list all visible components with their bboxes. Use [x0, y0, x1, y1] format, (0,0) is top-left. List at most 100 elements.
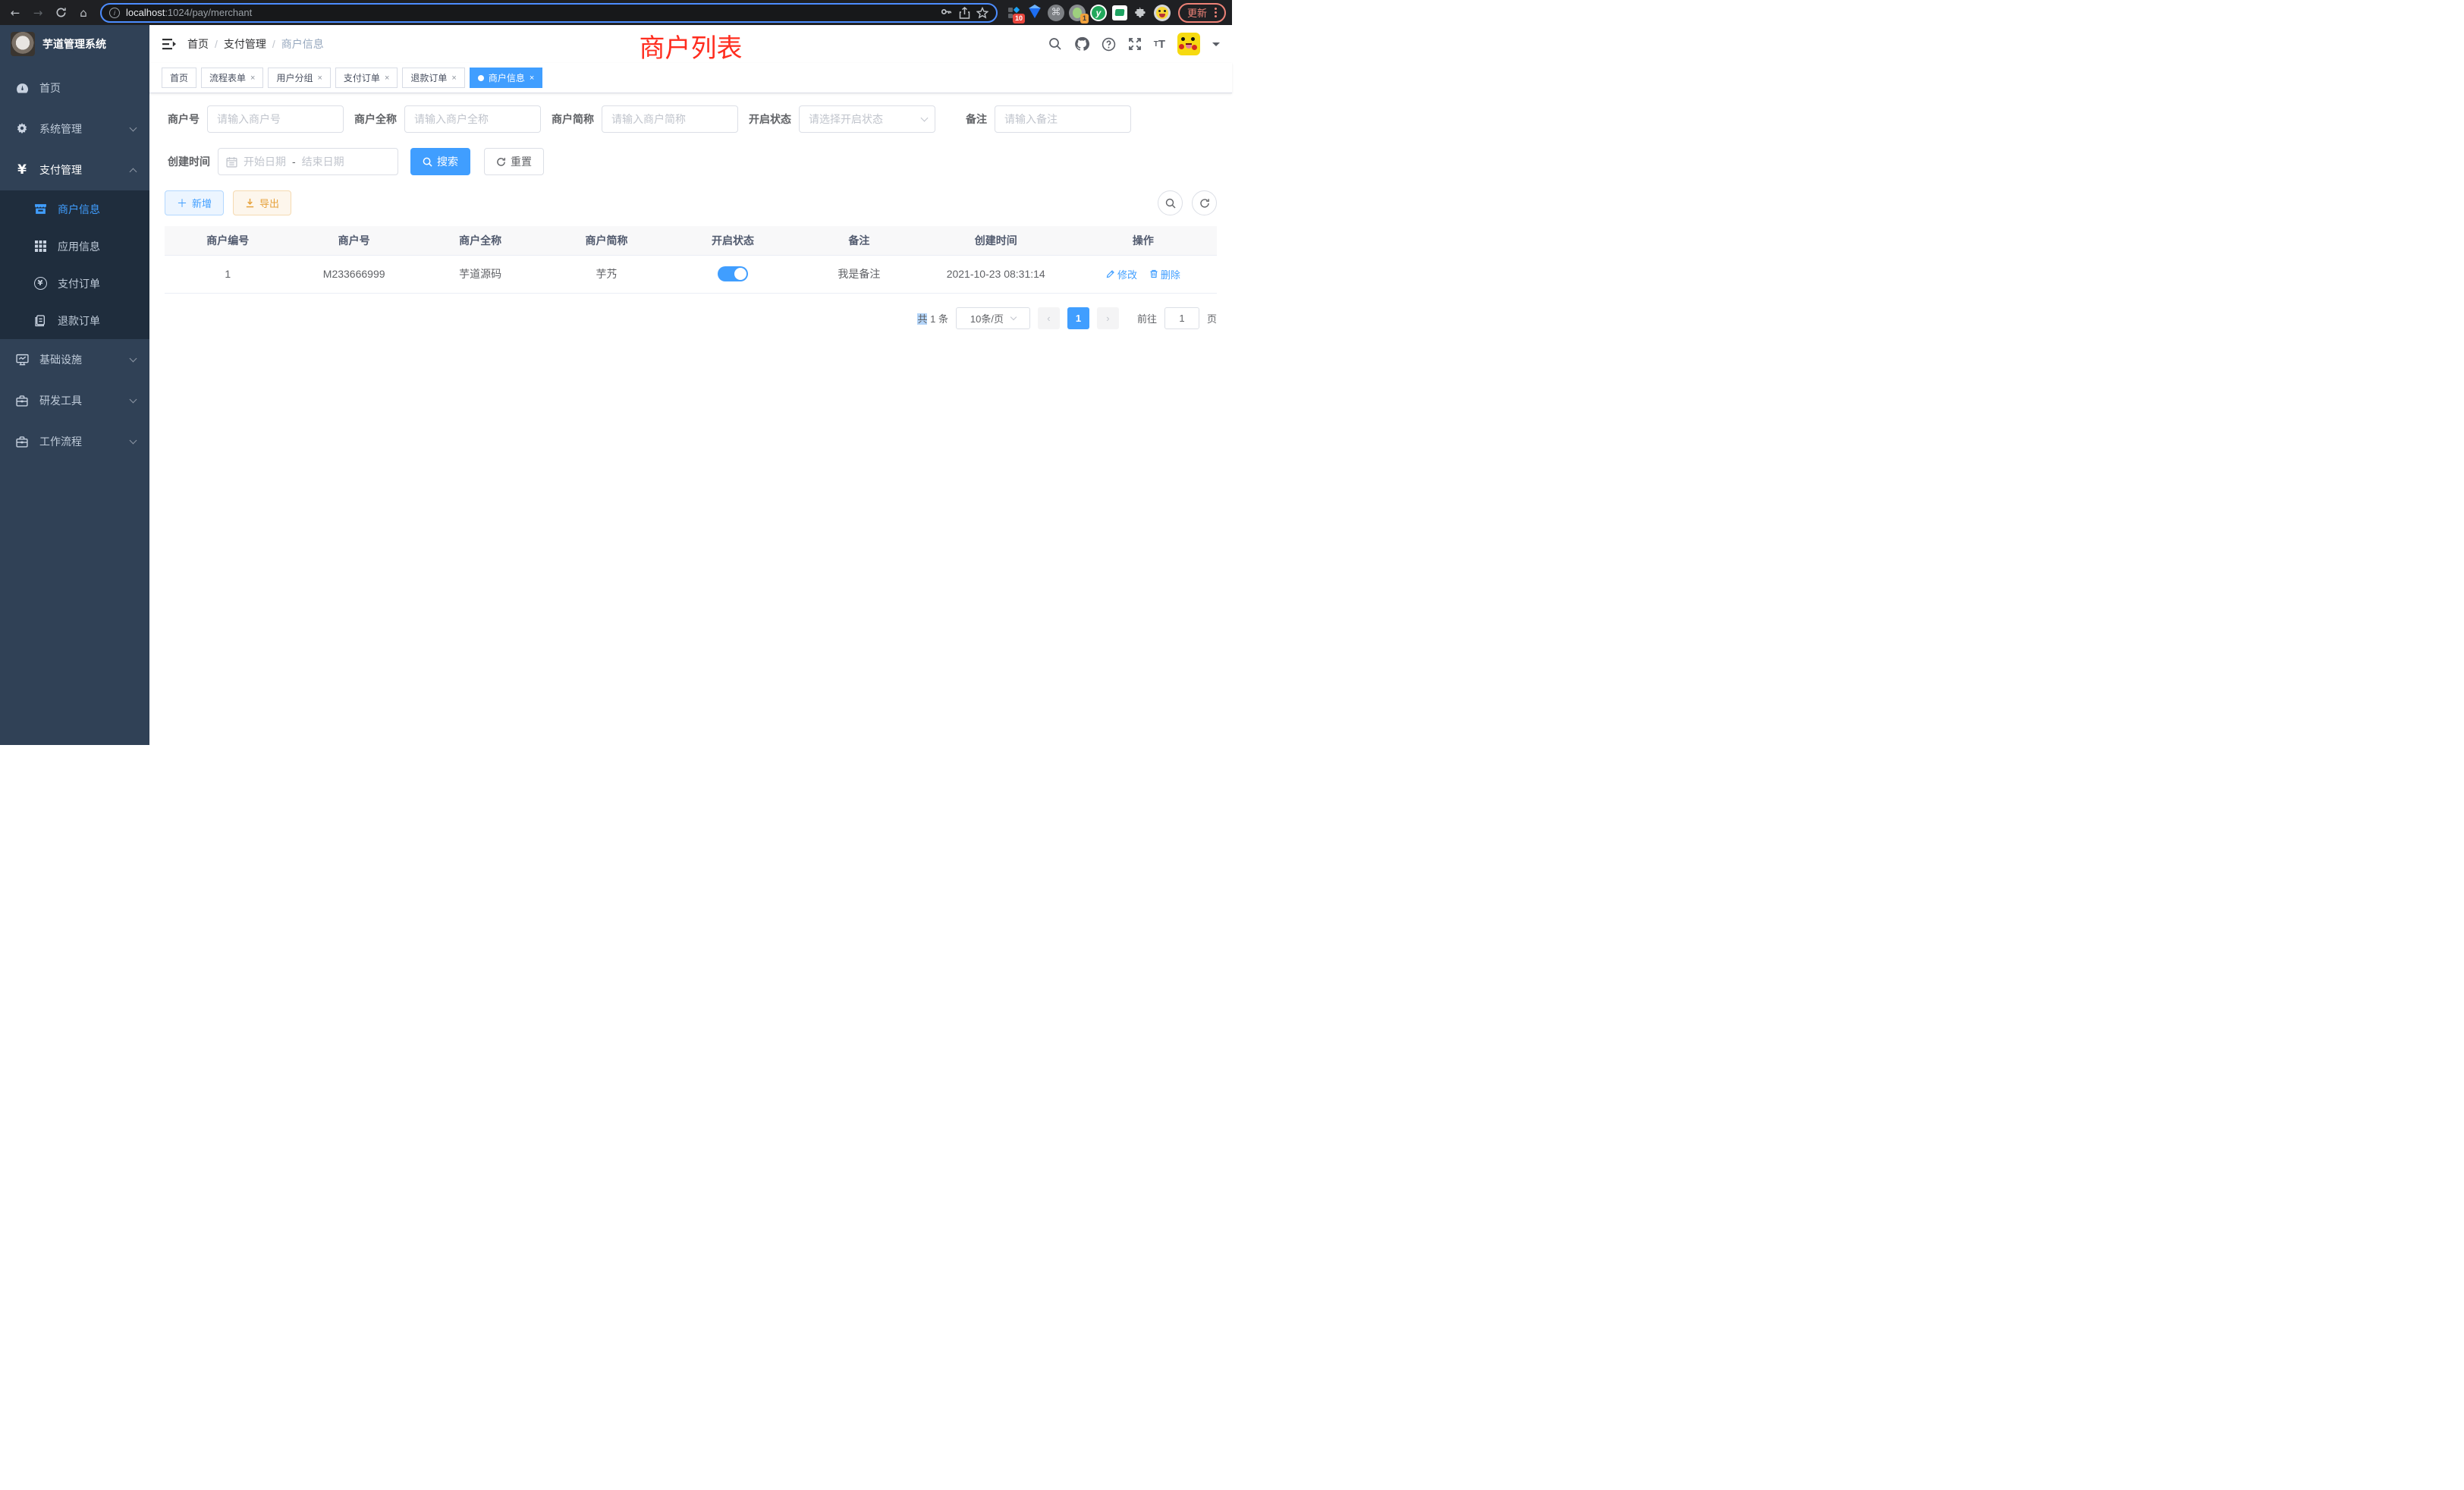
- status-select[interactable]: 请选择开启状态: [799, 105, 935, 133]
- app-logo-image: [11, 32, 35, 56]
- refresh-icon: [1199, 198, 1210, 209]
- user-avatar[interactable]: [1177, 33, 1200, 55]
- full-name-input[interactable]: [404, 105, 541, 133]
- active-dot: [478, 75, 484, 81]
- extension-blocks-icon[interactable]: 10: [1005, 5, 1022, 21]
- create-time-range-picker[interactable]: 开始日期 - 结束日期: [218, 148, 398, 175]
- close-icon[interactable]: ×: [385, 74, 389, 83]
- search-icon: [1165, 198, 1176, 209]
- status-toggle[interactable]: [718, 266, 748, 281]
- extension-gem-icon[interactable]: [1026, 5, 1043, 21]
- address-bar[interactable]: i localhost:1024/pay/merchant: [100, 3, 998, 23]
- show-search-toggle-button[interactable]: [1158, 190, 1183, 215]
- toolbox-icon: [15, 395, 29, 407]
- table-toolbar: ＋ 新增 导出: [165, 190, 1217, 215]
- main-area: 商户列表 首页 / 支付管理 / 商户信息: [149, 25, 1232, 745]
- export-button[interactable]: 导出: [233, 190, 291, 215]
- page-size-select[interactable]: 10条/页: [956, 307, 1030, 329]
- header-actions: TT: [1048, 33, 1220, 55]
- remark-input[interactable]: [995, 105, 1131, 133]
- extensions-puzzle-icon[interactable]: [1133, 5, 1149, 21]
- sidebar-item-app-info[interactable]: 应用信息: [0, 228, 149, 265]
- monitor-chart-icon: [15, 354, 29, 366]
- merchant-no-label: 商户号: [168, 112, 200, 127]
- avatar-caret-icon[interactable]: [1212, 42, 1220, 50]
- sidebar-item-pay-order[interactable]: ¥ 支付订单: [0, 265, 149, 302]
- sidebar-item-infra[interactable]: 基础设施: [0, 339, 149, 380]
- briefcase-icon: [15, 436, 29, 448]
- github-icon[interactable]: [1074, 36, 1089, 52]
- refresh-table-button[interactable]: [1192, 190, 1217, 215]
- page-number-1[interactable]: 1: [1067, 307, 1089, 329]
- share-icon[interactable]: [959, 7, 970, 19]
- create-time-label: 创建时间: [168, 154, 210, 169]
- sidebar-item-system[interactable]: 系统管理: [0, 108, 149, 149]
- tags-view-bar: 首页 流程表单× 用户分组× 支付订单× 退款订单× 商户信息×: [149, 63, 1232, 93]
- toolbar-right: [1158, 190, 1217, 215]
- search-button[interactable]: 搜索: [410, 148, 470, 175]
- hamburger-collapse-icon[interactable]: [162, 37, 177, 51]
- fullscreen-icon[interactable]: [1128, 37, 1142, 51]
- close-icon[interactable]: ×: [530, 74, 534, 83]
- calendar-icon: [226, 156, 237, 168]
- reset-button[interactable]: 重置: [484, 148, 544, 175]
- pagination: 共 1 条 10条/页 ‹ 1 › 前往 页: [165, 307, 1217, 329]
- sidebar-item-merchant-info[interactable]: 商户信息: [0, 190, 149, 228]
- sidebar-item-home[interactable]: 首页: [0, 68, 149, 108]
- sidebar-item-workflow[interactable]: 工作流程: [0, 421, 149, 462]
- close-icon[interactable]: ×: [250, 74, 255, 83]
- col-merchant-id: 商户编号: [165, 226, 291, 255]
- header-search-icon[interactable]: [1048, 37, 1062, 51]
- home-icon[interactable]: ⌂: [74, 4, 93, 22]
- sidebar-item-pay[interactable]: ¥ 支付管理: [0, 149, 149, 190]
- reload-icon[interactable]: [52, 4, 70, 22]
- chevron-down-icon: [130, 395, 137, 403]
- url-text[interactable]: localhost:1024/pay/merchant: [126, 7, 934, 18]
- site-info-icon[interactable]: i: [109, 8, 120, 18]
- pay-submenu: 商户信息 应用信息 ¥ 支付订单 退款订单: [0, 190, 149, 339]
- sidebar-item-refund-order[interactable]: 退款订单: [0, 302, 149, 339]
- tab-refund-order[interactable]: 退款订单×: [402, 68, 464, 88]
- tab-process-form[interactable]: 流程表单×: [201, 68, 263, 88]
- full-name-label: 商户全称: [354, 112, 397, 127]
- extension-chat-icon[interactable]: [1111, 5, 1128, 21]
- merchant-no-input[interactable]: [207, 105, 344, 133]
- chevron-down-icon: [921, 115, 929, 122]
- back-icon[interactable]: ←: [6, 4, 24, 22]
- edit-link[interactable]: 修改: [1106, 267, 1137, 281]
- chevron-down-icon: [130, 354, 137, 362]
- sidebar-logo[interactable]: 芋道管理系统: [0, 25, 149, 63]
- breadcrumb-home[interactable]: 首页: [187, 36, 209, 52]
- refresh-icon: [496, 157, 506, 167]
- bookmark-star-icon[interactable]: [976, 7, 988, 19]
- forward-icon[interactable]: →: [29, 4, 47, 22]
- prev-page-button[interactable]: ‹: [1038, 307, 1060, 329]
- next-page-button[interactable]: ›: [1097, 307, 1119, 329]
- add-button[interactable]: ＋ 新增: [165, 190, 224, 215]
- tab-home[interactable]: 首页: [162, 68, 196, 88]
- extension-blob-icon[interactable]: 1: [1069, 5, 1086, 21]
- profile-avatar-icon[interactable]: [1154, 5, 1171, 21]
- page-header: 首页 / 支付管理 / 商户信息 TT: [149, 25, 1232, 63]
- extension-y-icon[interactable]: y: [1090, 5, 1107, 21]
- dashboard-icon: [15, 83, 29, 94]
- close-icon[interactable]: ×: [317, 74, 322, 83]
- close-icon[interactable]: ×: [451, 74, 456, 83]
- yen-icon: ¥: [15, 162, 29, 178]
- chrome-update-button[interactable]: 更新: [1178, 3, 1226, 23]
- tab-pay-order[interactable]: 支付订单×: [335, 68, 398, 88]
- cell-merchant-id: 1: [165, 255, 291, 293]
- breadcrumb-pay[interactable]: 支付管理: [224, 36, 266, 52]
- tab-user-group[interactable]: 用户分组×: [268, 68, 330, 88]
- remark-label: 备注: [966, 112, 987, 127]
- password-key-icon[interactable]: [940, 6, 953, 19]
- font-size-icon[interactable]: TT: [1154, 38, 1165, 51]
- goto-page-input[interactable]: [1164, 307, 1199, 329]
- tab-merchant-info[interactable]: 商户信息×: [470, 68, 542, 88]
- help-icon[interactable]: [1102, 37, 1116, 52]
- sidebar-item-devtools[interactable]: 研发工具: [0, 380, 149, 421]
- chrome-menu-icon[interactable]: [1215, 8, 1217, 17]
- short-name-input[interactable]: [602, 105, 738, 133]
- extension-command-icon[interactable]: ⌘: [1048, 5, 1064, 21]
- delete-link[interactable]: 删除: [1149, 267, 1180, 281]
